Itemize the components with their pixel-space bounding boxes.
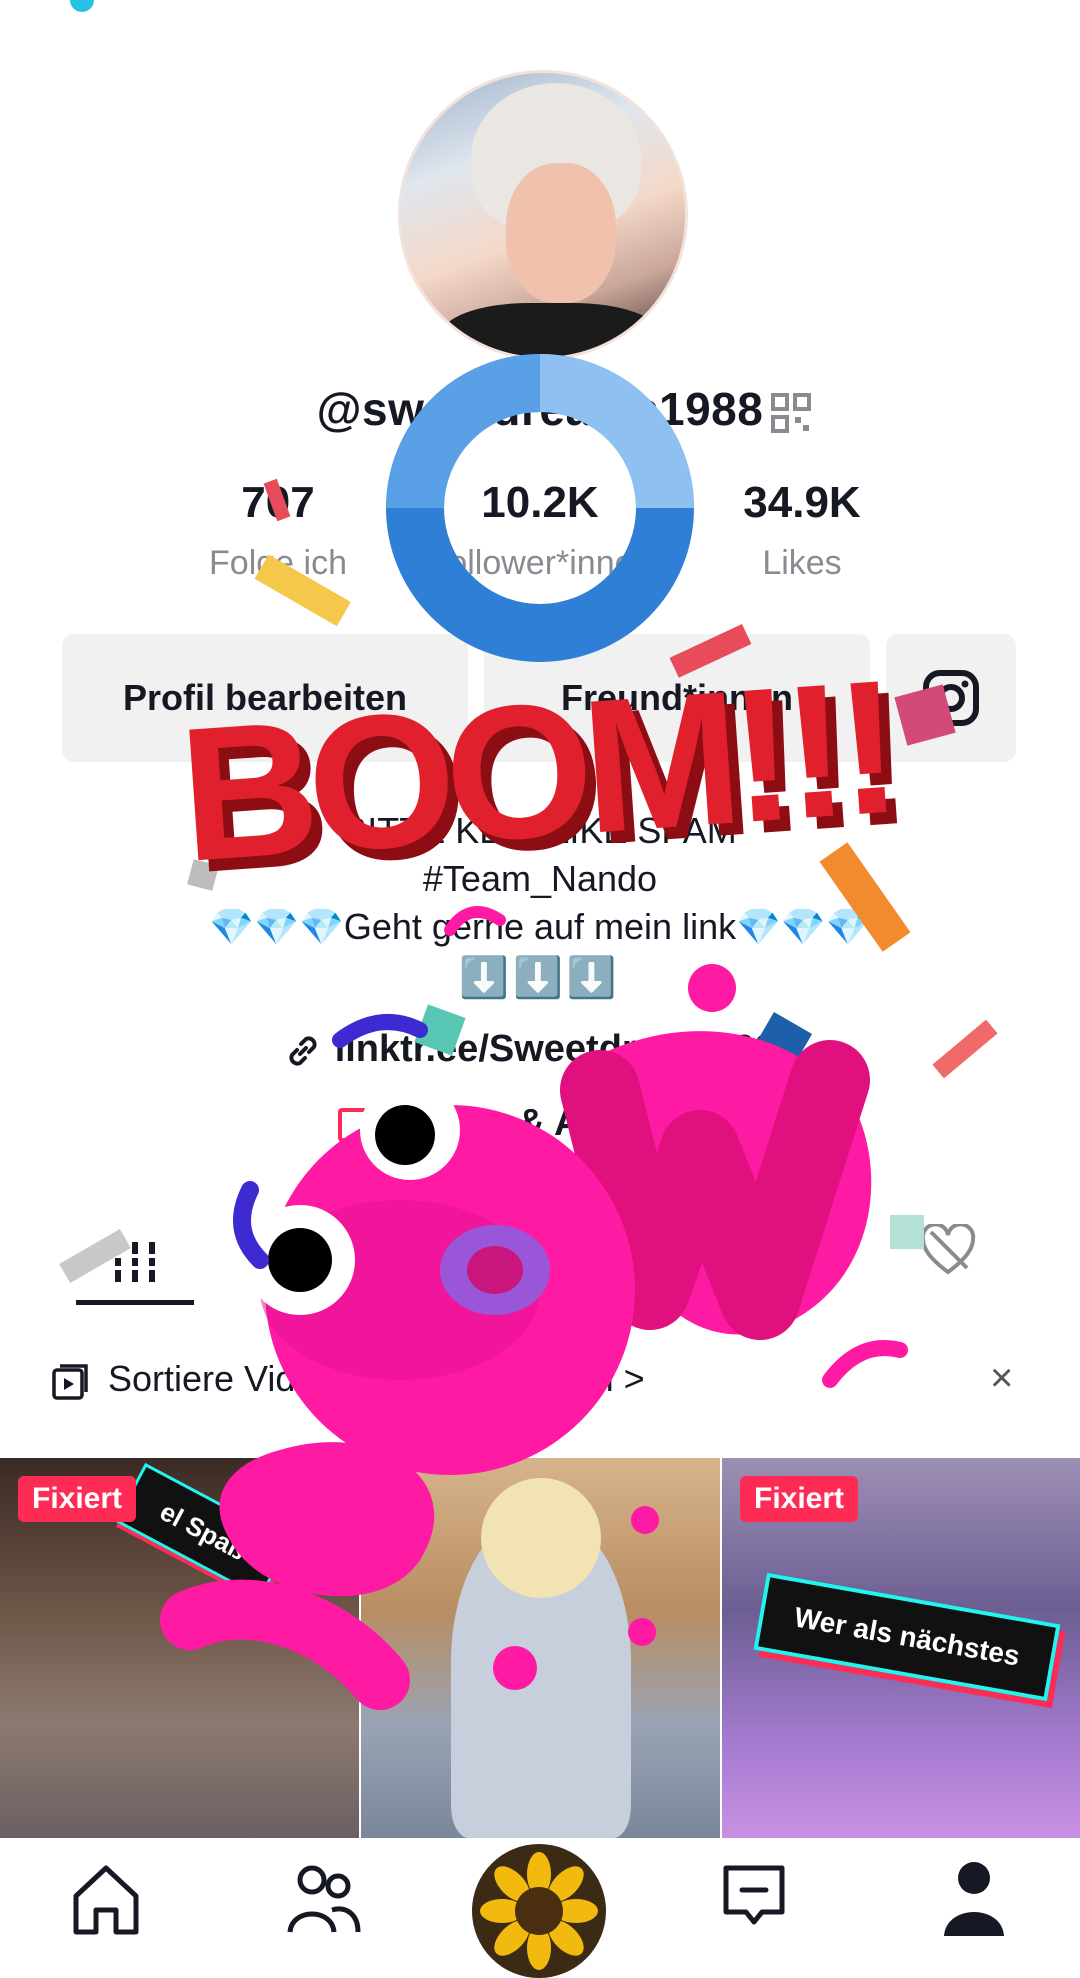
profile-icon[interactable]	[934, 1856, 1014, 1936]
playlist-icon	[52, 1364, 88, 1400]
qr-icon[interactable]	[770, 392, 812, 434]
bio-line: ⬇️⬇️⬇️	[459, 956, 621, 1000]
username: @sweetdreams1988	[316, 383, 764, 435]
grid-icon	[115, 1242, 155, 1282]
qa-icon	[338, 1107, 369, 1142]
close-icon[interactable]: ×	[990, 1356, 1013, 1401]
video-tile[interactable]: Wer als nächstes Fixiert	[722, 1458, 1080, 1838]
liked-hidden-icon	[920, 1224, 976, 1275]
avatar[interactable]	[398, 70, 688, 360]
sunflower-icon	[480, 1852, 598, 1970]
qa-link[interactable]: Fragen & Antworten	[0, 1102, 1080, 1145]
qa-label: Fragen & Antworten	[380, 1102, 742, 1144]
stat-followers[interactable]: 10.2K Follower*innen	[410, 478, 670, 583]
video-caption: Wer als nächstes	[753, 1572, 1061, 1702]
playlist-banner-text: Sortiere Videos in Playlisten ein >	[108, 1358, 645, 1399]
bio-line: BITTE KEIN LIKE SPAM	[343, 810, 737, 851]
following-label: Folge ich	[209, 544, 347, 582]
tab-liked[interactable]	[900, 1214, 996, 1286]
status-dot	[70, 0, 94, 12]
bio-line: #Team_Nando	[422, 858, 658, 899]
friends-button[interactable]: Freund*innen	[484, 634, 870, 762]
bio-line: 💎💎💎Geht gerne auf mein link💎💎💎	[209, 906, 871, 947]
video-sticker: el Spaß	[114, 1462, 292, 1600]
active-tab-indicator	[76, 1300, 194, 1305]
pinned-badge: Fixiert	[740, 1476, 859, 1522]
create-button[interactable]	[472, 1844, 606, 1978]
followers-count: 10.2K	[481, 478, 599, 527]
stat-following[interactable]: 707 Folge ich	[148, 478, 408, 583]
likes-label: Likes	[762, 544, 842, 582]
instagram-button[interactable]	[886, 634, 1016, 762]
pinned-badge: Fixiert	[18, 1476, 137, 1522]
link-icon	[289, 1036, 317, 1066]
stat-likes[interactable]: 34.9K Likes	[672, 478, 932, 583]
tab-videos[interactable]	[76, 1214, 194, 1310]
followers-label: Follower*innen	[427, 544, 653, 582]
friends-icon[interactable]	[284, 1856, 364, 1936]
home-icon[interactable]	[66, 1856, 146, 1936]
instagram-icon	[923, 670, 979, 726]
video-tile[interactable]: el Spaß Fixiert	[0, 1458, 359, 1838]
following-count: 707	[241, 478, 315, 527]
edit-profile-button[interactable]: Profil bearbeiten	[62, 634, 468, 762]
bio-link-text: linktr.ee/Sweetdreams083	[334, 1028, 798, 1070]
video-tile[interactable]	[361, 1458, 720, 1838]
likes-count: 34.9K	[743, 478, 861, 527]
inbox-icon[interactable]	[714, 1856, 794, 1936]
bio-link[interactable]: linktr.ee/Sweetdreams083	[0, 1028, 1080, 1071]
